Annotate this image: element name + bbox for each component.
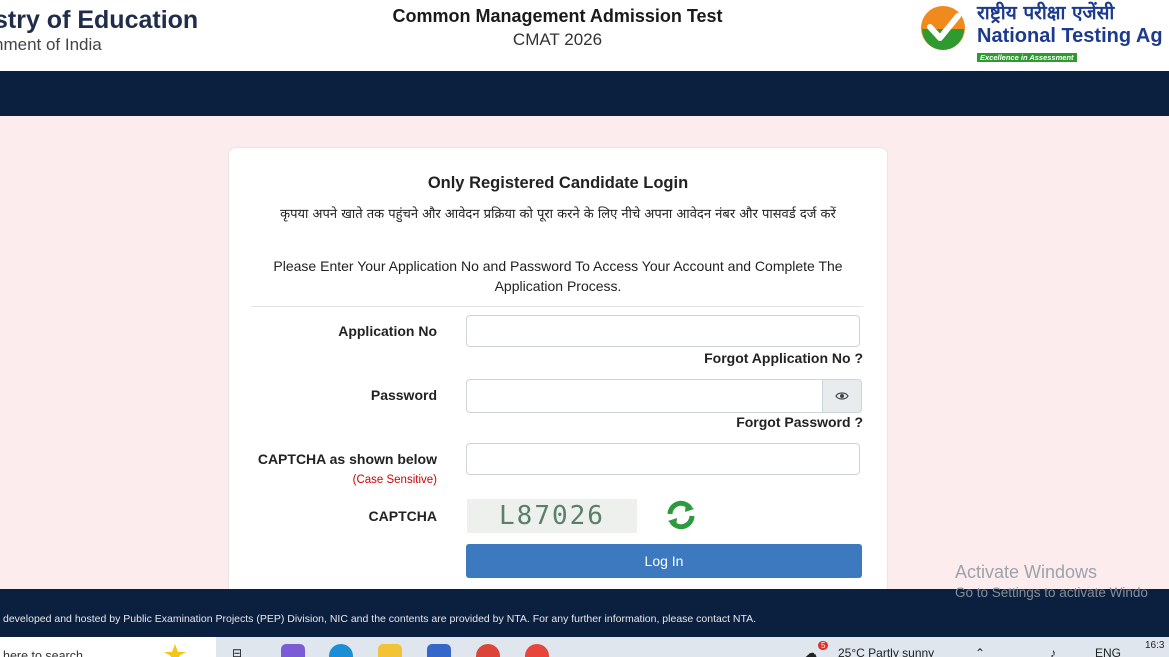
chrome-profile-icon[interactable] [525, 644, 549, 657]
captcha-text: L87026 [499, 501, 605, 531]
case-sensitive-note: (Case Sensitive) [352, 474, 437, 486]
windows-taskbar: here to search ⊟ ☁ 5 25°C Partly sunny ⌃… [0, 637, 1169, 657]
login-title: Only Registered Candidate Login [427, 174, 689, 192]
chrome-icon[interactable] [476, 644, 500, 657]
captcha-image: L87026 [467, 499, 637, 533]
site-header: stry of Education nment of India Common … [0, 0, 1169, 71]
refresh-captcha-icon[interactable] [665, 499, 697, 531]
site-footer: developed and hosted by Public Examinati… [0, 589, 1169, 637]
login-instruction-hindi: कृपया अपने खाते तक पहुंचने और आवेदन प्रक… [280, 207, 836, 222]
application-no-label: Application No [338, 323, 437, 339]
search-highlight-icon [164, 644, 186, 657]
agency-tagline: Excellence in Assessment [977, 53, 1077, 62]
clock-time[interactable]: 16:3 [1145, 640, 1164, 651]
task-view-icon[interactable]: ⊟ [232, 646, 242, 657]
edge-icon[interactable] [329, 644, 353, 657]
password-input[interactable] [466, 379, 823, 413]
nta-logo-icon [921, 6, 965, 50]
file-explorer-icon[interactable] [378, 644, 402, 657]
application-no-input[interactable] [466, 315, 860, 347]
agency-hindi-name: राष्ट्रीय परीक्षा एजेंसी [977, 2, 1115, 24]
nta-branding: राष्ट्रीय परीक्षा एजेंसी National Testin… [977, 1, 1163, 65]
tray-overflow-icon[interactable]: ⌃ [975, 646, 985, 657]
store-icon[interactable] [427, 644, 451, 657]
weather-text[interactable]: 25°C Partly sunny [838, 646, 934, 657]
captcha-input-label: CAPTCHA as shown below [257, 451, 437, 467]
eye-icon [835, 392, 849, 400]
show-password-button[interactable] [823, 379, 862, 413]
language-indicator[interactable]: ENG [1095, 646, 1121, 657]
taskbar-search[interactable]: here to search [0, 637, 216, 657]
agency-english-name: National Testing Ag [977, 25, 1163, 47]
captcha-input[interactable] [466, 443, 860, 475]
password-label: Password [370, 387, 437, 403]
forgot-password-link[interactable]: Forgot Password ? [736, 414, 863, 430]
forgot-application-link[interactable]: Forgot Application No ? [704, 350, 863, 366]
notification-badge: 5 [818, 641, 829, 650]
taskbar-search-text: here to search [3, 649, 83, 657]
login-card: Only Registered Candidate Login कृपया अप… [228, 147, 888, 609]
weather-icon[interactable]: ☁ [805, 646, 817, 657]
volume-icon[interactable]: ♪ [1050, 646, 1056, 657]
footer-text: developed and hosted by Public Examinati… [3, 613, 757, 625]
navbar [0, 71, 1169, 116]
login-instruction-english: Please Enter Your Application No and Pas… [273, 258, 843, 294]
login-button[interactable]: Log In [466, 544, 862, 578]
divider [251, 306, 863, 307]
captcha-label: CAPTCHA [368, 508, 437, 524]
copilot-icon[interactable] [281, 644, 305, 657]
watermark-line1: Activate Windows [955, 562, 1098, 582]
